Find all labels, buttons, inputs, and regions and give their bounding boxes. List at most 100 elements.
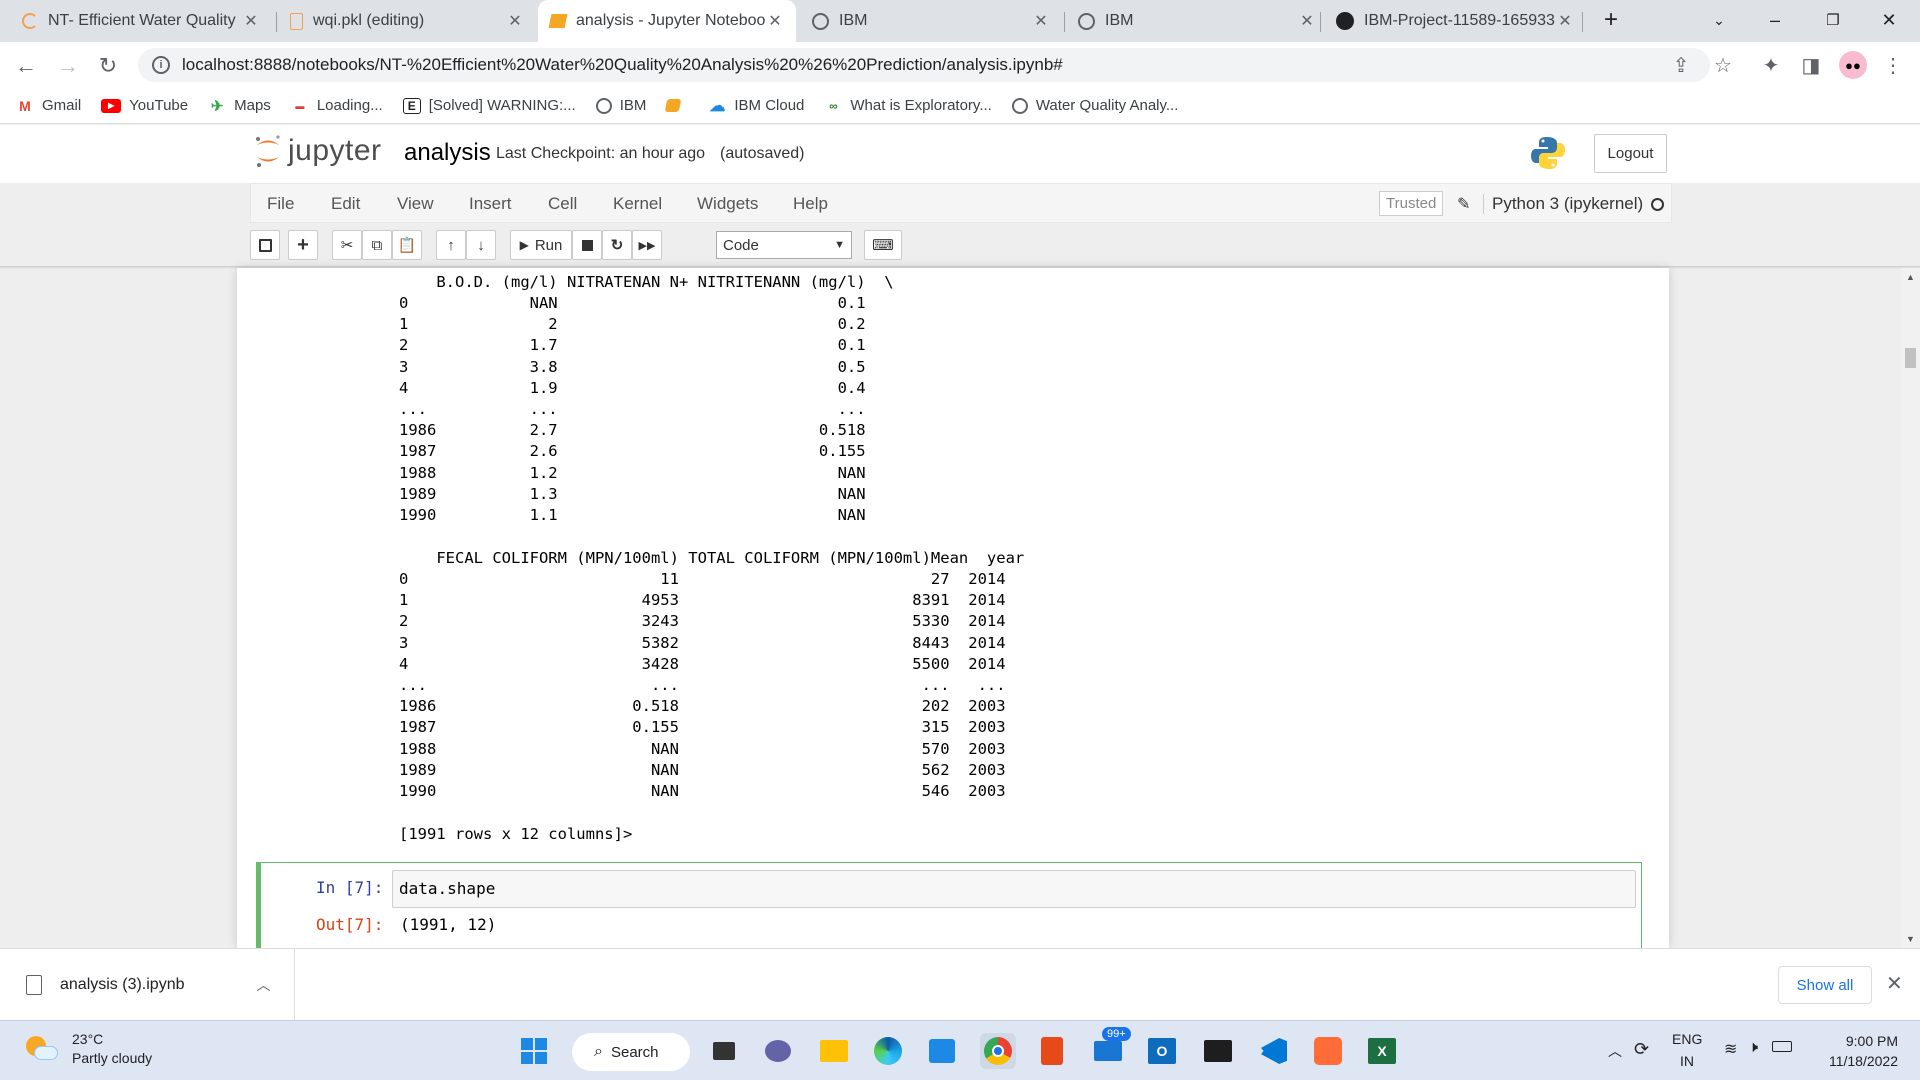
menu-file[interactable]: File	[267, 194, 294, 214]
excel-icon[interactable]: X	[1364, 1033, 1400, 1069]
edge-icon[interactable]	[870, 1033, 906, 1069]
copy-button[interactable]: ⧉	[362, 230, 392, 260]
volume-muted-icon[interactable]: 🕨	[1748, 1039, 1758, 1057]
office-icon[interactable]	[1034, 1033, 1070, 1069]
move-up-button[interactable]: ↑	[436, 230, 466, 260]
postman-icon[interactable]	[1310, 1033, 1346, 1069]
ms-store-icon[interactable]	[924, 1033, 960, 1069]
bookmark-water-quality[interactable]: Water Quality Analy...	[1011, 97, 1178, 114]
back-button[interactable]: ←	[10, 50, 42, 82]
paste-button[interactable]: 📋	[392, 230, 422, 260]
download-item[interactable]: analysis (3).ipynb ︿	[0, 949, 295, 1020]
tab-analysis-jupyter[interactable]: analysis - Jupyter Notebook ✕	[538, 0, 796, 42]
restart-run-all-button[interactable]: ▶▶	[632, 230, 662, 260]
minimize-button[interactable]: –	[1752, 0, 1798, 40]
terminal-icon[interactable]	[1200, 1033, 1236, 1069]
share-icon[interactable]: ⇪	[1666, 50, 1696, 80]
output-row: 3 5382 8443 2014	[399, 633, 1006, 652]
gmail-icon: M	[19, 97, 31, 114]
run-button[interactable]: ▶ Run	[510, 230, 572, 260]
bookmark-jupyter[interactable]	[664, 99, 688, 112]
tab-close-icon[interactable]: ✕	[1032, 11, 1050, 31]
bookmark-ibm-cloud[interactable]: ☁ IBM Cloud	[708, 97, 804, 115]
cell-code-editor[interactable]: data.shape	[392, 870, 1636, 908]
menu-widgets[interactable]: Widgets	[697, 194, 758, 214]
tab-close-icon[interactable]: ✕	[766, 11, 784, 31]
forward-button[interactable]: →	[52, 50, 84, 82]
outlook-icon[interactable]: O	[1144, 1033, 1180, 1069]
menu-kernel[interactable]: Kernel	[613, 194, 662, 214]
windows-start-icon[interactable]	[516, 1033, 552, 1069]
side-panel-icon[interactable]: ◨	[1796, 50, 1826, 80]
scrollbar-thumb[interactable]	[1905, 348, 1916, 368]
logout-button[interactable]: Logout	[1594, 134, 1667, 173]
menu-view[interactable]: View	[397, 194, 434, 214]
system-clock[interactable]: 9:00 PM 11/18/2022	[1812, 1031, 1898, 1071]
menu-edit[interactable]: Edit	[331, 194, 360, 214]
language-secondary[interactable]: IN	[1680, 1053, 1694, 1069]
tab-nt-efficient-water-quality[interactable]: NT- Efficient Water Quality ✕	[10, 0, 272, 42]
menu-insert[interactable]: Insert	[469, 194, 512, 214]
save-button[interactable]	[250, 230, 280, 260]
language-primary[interactable]: ENG	[1672, 1031, 1702, 1047]
menu-help[interactable]: Help	[793, 194, 828, 214]
tab-close-icon[interactable]: ✕	[506, 11, 524, 31]
profile-avatar[interactable]: ●●	[1838, 50, 1868, 80]
bookmark-loading[interactable]: ▬ Loading...	[291, 97, 382, 114]
bookmark-gmail[interactable]: M Gmail	[16, 97, 81, 114]
tab-ibm-1[interactable]: IBM ✕	[800, 0, 1062, 42]
tab-close-icon[interactable]: ✕	[1298, 11, 1316, 31]
restart-button[interactable]: ↻	[602, 230, 632, 260]
bookmark-solved-warning[interactable]: E [Solved] WARNING:...	[402, 97, 576, 114]
site-info-icon[interactable]: i	[152, 56, 170, 74]
extensions-icon[interactable]: ✦	[1756, 50, 1786, 80]
checkpoint-status: Last Checkpoint: an hour ago	[496, 145, 706, 162]
battery-icon[interactable]	[1772, 1041, 1792, 1052]
notebook-name[interactable]: analysis	[404, 139, 491, 167]
tab-search-button[interactable]: ⌄	[1696, 0, 1742, 40]
tab-close-icon[interactable]: ✕	[1556, 11, 1574, 31]
close-icon[interactable]: ✕	[1886, 971, 1903, 996]
url-field[interactable]: i localhost:8888/notebooks/NT-%20Efficie…	[138, 48, 1710, 82]
trusted-indicator[interactable]: Trusted	[1379, 191, 1444, 216]
file-explorer-icon[interactable]	[816, 1033, 852, 1069]
task-view-icon[interactable]	[706, 1033, 742, 1069]
tab-wqi-pkl[interactable]: wqi.pkl (editing) ✕	[278, 0, 536, 42]
chevron-up-icon[interactable]: ︿	[1608, 1041, 1622, 1061]
scroll-up-icon[interactable]: ▲	[1906, 272, 1915, 282]
bookmark-exploratory[interactable]: ∞ What is Exploratory...	[824, 97, 992, 114]
sync-icon[interactable]: ⟳	[1634, 1039, 1649, 1060]
weather-widget[interactable]: 23°C Partly cloudy	[24, 1031, 152, 1066]
bookmark-youtube[interactable]: ▶ YouTube	[101, 97, 188, 114]
tab-ibm-project[interactable]: IBM-Project-11589-165933 ✕	[1324, 0, 1586, 42]
wifi-icon[interactable]: ≋	[1724, 1039, 1737, 1059]
close-window-button[interactable]: ✕	[1866, 0, 1912, 40]
restore-button[interactable]: ❐	[1810, 0, 1856, 40]
chrome-icon[interactable]	[980, 1033, 1016, 1069]
jupyter-logo[interactable]: jupyter	[254, 133, 382, 169]
command-palette-button[interactable]: ⌨	[864, 230, 902, 260]
bookmark-maps[interactable]: ✈ Maps	[208, 97, 271, 115]
cell-type-select[interactable]: Code ▼	[716, 231, 852, 259]
scroll-down-icon[interactable]: ▼	[1906, 934, 1915, 944]
chevron-up-icon[interactable]: ︿	[257, 975, 271, 995]
insert-cell-button[interactable]: +	[288, 230, 318, 260]
teams-chat-icon[interactable]	[760, 1033, 796, 1069]
new-tab-button[interactable]: +	[1588, 0, 1634, 40]
taskbar-search[interactable]: ⌕ Search	[572, 1033, 690, 1071]
move-down-button[interactable]: ↓	[466, 230, 496, 260]
vscode-icon[interactable]	[1256, 1033, 1292, 1069]
cut-button[interactable]: ✂	[332, 230, 362, 260]
bookmark-star-icon[interactable]: ☆	[1708, 50, 1738, 80]
menu-cell[interactable]: Cell	[548, 194, 577, 214]
show-all-button[interactable]: Show all	[1778, 966, 1872, 1004]
pencil-icon[interactable]: ✎	[1457, 194, 1470, 214]
kernel-name[interactable]: Python 3 (ipykernel)	[1483, 194, 1643, 214]
page-scrollbar[interactable]: ▲ ▼	[1901, 268, 1920, 948]
tab-close-icon[interactable]: ✕	[242, 11, 260, 31]
tab-ibm-2[interactable]: IBM ✕	[1066, 0, 1328, 42]
kebab-menu-icon[interactable]: ⋮	[1878, 50, 1908, 80]
reload-button[interactable]: ↻	[92, 50, 124, 82]
interrupt-button[interactable]	[572, 230, 602, 260]
bookmark-ibm[interactable]: IBM	[595, 97, 646, 114]
